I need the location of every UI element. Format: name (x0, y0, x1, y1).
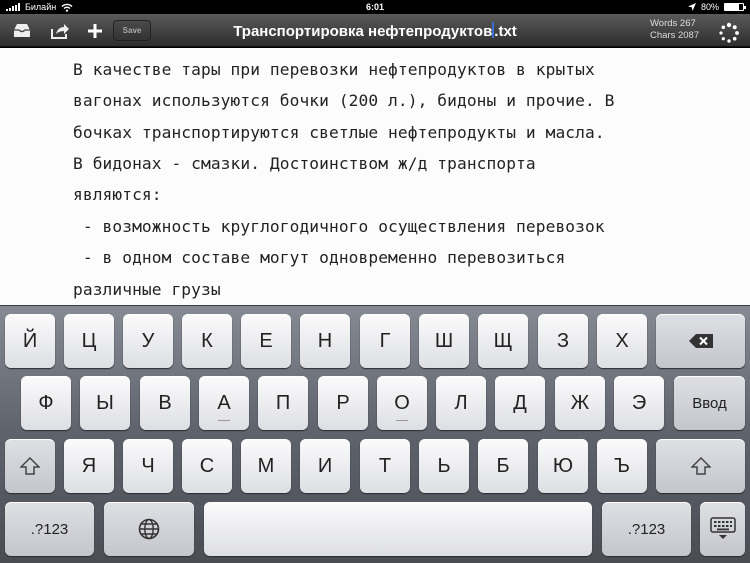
globe-key[interactable] (104, 502, 194, 556)
document-line: являются: (73, 185, 162, 204)
return-key[interactable]: Ввод (674, 376, 745, 430)
location-icon (687, 3, 696, 11)
document-line: В бидонах - смазки. Достоинством ж/д тра… (73, 154, 536, 173)
key-letter[interactable]: Ш (419, 314, 469, 368)
share-icon[interactable] (48, 20, 72, 42)
key-letter[interactable]: Ъ (597, 439, 647, 493)
document-line: бочках транспортируются светлые нефтепро… (73, 123, 605, 142)
key-letter[interactable]: З (538, 314, 588, 368)
key-letter[interactable]: Р (318, 376, 368, 430)
word-char-counts[interactable]: Words 267 Chars 2087 (650, 18, 699, 42)
key-letter[interactable]: Ж (555, 376, 605, 430)
key-letter[interactable]: Д (495, 376, 545, 430)
key-letter[interactable]: Ы (80, 376, 130, 430)
status-bar: Билайн 6:01 80% (0, 0, 750, 14)
save-button[interactable]: Save (113, 20, 151, 41)
key-letter[interactable]: Б (478, 439, 528, 493)
plus-icon[interactable] (83, 20, 107, 42)
home-row-mark (218, 420, 230, 421)
shift-icon (20, 457, 40, 475)
key-letter[interactable]: Ь (419, 439, 469, 493)
key-letter[interactable]: Г (360, 314, 410, 368)
globe-icon (138, 518, 160, 540)
key-letter[interactable]: Н (300, 314, 350, 368)
key-letter[interactable]: С (182, 439, 232, 493)
document-editor[interactable]: В качестве тары при перевозки нефтепроду… (0, 48, 750, 305)
key-letter[interactable]: В (140, 376, 190, 430)
document-line: В качестве тары при перевозки нефтепроду… (73, 60, 595, 79)
status-time: 6:01 (365, 2, 384, 12)
battery-percent: 80% (700, 2, 719, 12)
key-letter[interactable]: Т (360, 439, 410, 493)
key-letter[interactable]: У (123, 314, 173, 368)
key-letter[interactable]: Щ (478, 314, 528, 368)
status-right: 80% (687, 2, 746, 12)
key-letter[interactable]: Я (64, 439, 114, 493)
shift-key-right[interactable] (656, 439, 745, 493)
hide-keyboard-key[interactable] (700, 502, 745, 556)
key-letter[interactable]: Е (241, 314, 291, 368)
document-title-extension[interactable]: .txt (494, 23, 517, 40)
battery-level-fill (725, 4, 740, 10)
document-line: различные грузы (73, 280, 221, 299)
key-label: О (394, 391, 410, 414)
key-letter[interactable]: Л (436, 376, 486, 430)
carrier-name: Билайн (25, 2, 57, 12)
key-letter[interactable]: П (258, 376, 308, 430)
key-label: А (217, 391, 231, 414)
sync-icon[interactable] (718, 22, 740, 44)
editor-toolbar: Save Транспортировка нефтепродуктов .txt … (0, 14, 750, 47)
signal-icon (6, 3, 20, 11)
numbers-key-left[interactable]: .?123 (5, 502, 94, 556)
numbers-key-right[interactable]: .?123 (602, 502, 691, 556)
document-line: - возможность круглогодичного осуществле… (73, 217, 605, 236)
key-letter[interactable]: М (241, 439, 291, 493)
key-letter-home[interactable]: О (377, 376, 427, 430)
status-left: Билайн (6, 2, 73, 12)
document-line: вагонах используются бочки (200 л.), бид… (73, 91, 615, 110)
key-letter[interactable]: Ю (538, 439, 588, 493)
key-letter[interactable]: Э (614, 376, 664, 430)
key-letter[interactable]: Й (5, 314, 55, 368)
keyboard-hide-icon (709, 517, 736, 539)
word-count: Words 267 (650, 18, 696, 29)
key-letter-home[interactable]: А (199, 376, 249, 430)
document-title-name[interactable]: Транспортировка нефтепродуктов (233, 23, 492, 40)
battery-icon (724, 3, 746, 11)
key-letter[interactable]: К (182, 314, 232, 368)
onscreen-keyboard: Й Ц У К Е Н Г Ш Щ З Х Ф Ы В А П Р О Л Д … (0, 305, 750, 563)
document-line: - в одном составе могут одновременно пер… (73, 248, 566, 267)
char-count: Chars 2087 (650, 30, 700, 41)
key-letter[interactable]: Ч (123, 439, 173, 493)
home-row-mark (396, 420, 408, 421)
backspace-key[interactable] (656, 314, 745, 368)
shift-icon (690, 457, 711, 475)
key-letter[interactable]: Ц (64, 314, 114, 368)
inbox-icon[interactable] (10, 20, 34, 42)
shift-key-left[interactable] (5, 439, 55, 493)
key-letter[interactable]: Х (597, 314, 647, 368)
backspace-icon (688, 334, 713, 348)
key-letter[interactable]: И (300, 439, 350, 493)
key-letter[interactable]: Ф (21, 376, 71, 430)
wifi-icon (61, 3, 73, 12)
space-key[interactable] (204, 502, 592, 556)
